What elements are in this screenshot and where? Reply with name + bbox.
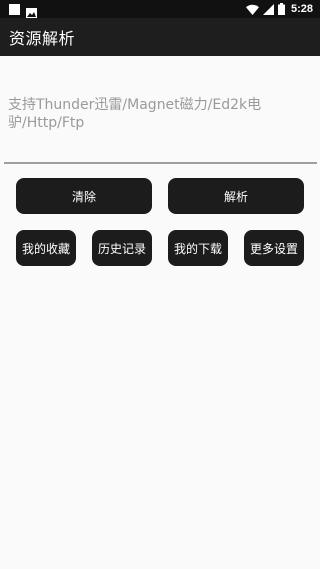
wifi-icon	[245, 0, 259, 19]
app-bar: 资源解析	[0, 18, 320, 56]
signal-icon	[262, 0, 274, 19]
more-settings-button[interactable]: 更多设置	[244, 230, 304, 266]
downloads-button[interactable]: 我的下载	[168, 230, 228, 266]
battery-icon	[277, 0, 285, 19]
image-icon	[26, 4, 37, 19]
history-button[interactable]: 历史记录	[92, 230, 152, 266]
notification-square-icon	[9, 3, 20, 15]
status-bar: 5:28	[0, 0, 320, 19]
link-input[interactable]	[4, 94, 317, 162]
page-title: 资源解析	[9, 29, 76, 48]
parse-button[interactable]: 解析	[168, 178, 304, 214]
input-underline	[4, 162, 317, 164]
clock-time: 5:28	[290, 3, 313, 15]
link-input-container	[4, 94, 317, 164]
favorites-button[interactable]: 我的收藏	[16, 230, 76, 266]
clear-button[interactable]: 清除	[16, 178, 152, 214]
